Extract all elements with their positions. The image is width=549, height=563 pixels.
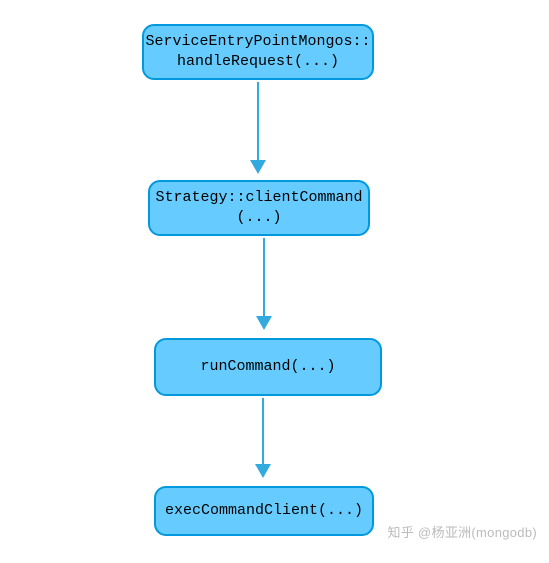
arrow-3 <box>262 398 264 476</box>
watermark: 知乎 @杨亚洲(mongodb) <box>388 522 537 541</box>
node-run-command: runCommand(...) <box>154 338 382 396</box>
node-strategy-client-command: Strategy::clientCommand (...) <box>148 180 370 236</box>
node-exec-command-client: execCommandClient(...) <box>154 486 374 536</box>
arrow-1 <box>257 82 259 172</box>
arrow-2 <box>263 238 265 328</box>
node-service-entry-point: ServiceEntryPointMongos:: handleRequest(… <box>142 24 374 80</box>
